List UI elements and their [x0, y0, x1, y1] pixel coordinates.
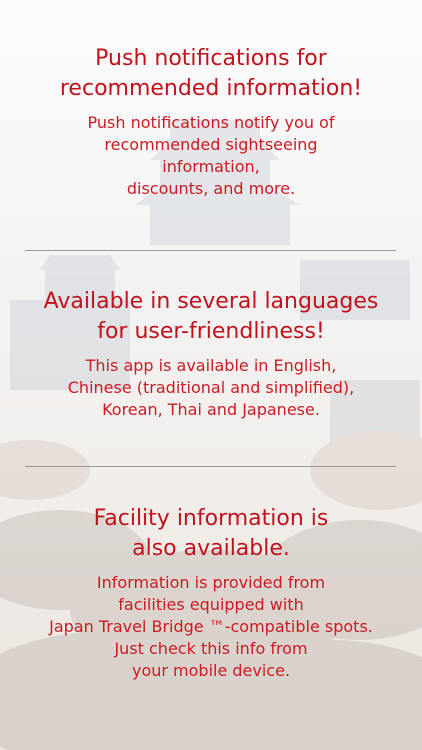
- feature-list: Push notifications for recommended infor…: [0, 0, 422, 750]
- feature-description-line: information,: [162, 157, 260, 176]
- feature-description-line: Japan Travel Bridge ™-compatible spots.: [49, 617, 373, 636]
- feature-description-line: This app is available in English,: [85, 356, 337, 375]
- section-divider: [25, 250, 396, 251]
- feature-description: This app is available in English, Chines…: [0, 355, 422, 421]
- feature-description-line: Korean, Thai and Japanese.: [102, 400, 320, 419]
- feature-description-line: Push notifications notify you of: [87, 113, 335, 132]
- feature-facility-information: Facility information is also available. …: [0, 504, 422, 682]
- feature-description-line: your mobile device.: [131, 661, 291, 680]
- feature-title-line: also available.: [132, 536, 290, 561]
- feature-title: Facility information is also available.: [0, 504, 422, 564]
- feature-title-line: Facility information is: [93, 506, 329, 531]
- feature-description-line: facilities equipped with: [118, 595, 304, 614]
- feature-title: Available in several languages for user-…: [0, 287, 422, 347]
- feature-description: Push notifications notify you of recomme…: [0, 112, 422, 200]
- feature-languages: Available in several languages for user-…: [0, 287, 422, 421]
- feature-title-line: for user-friendliness!: [97, 319, 325, 344]
- feature-title: Push notifications for recommended infor…: [0, 44, 422, 104]
- feature-description: Information is provided from facilities …: [0, 572, 422, 682]
- feature-description-line: Chinese (traditional and simplified),: [67, 378, 355, 397]
- feature-title-line: recommended information!: [59, 76, 363, 101]
- section-divider: [25, 466, 396, 467]
- feature-description-line: Just check this info from: [114, 639, 308, 658]
- feature-title-line: Push notifications for: [95, 46, 327, 71]
- feature-description-line: recommended sightseeing: [104, 135, 318, 154]
- feature-title-line: Available in several languages: [43, 289, 379, 314]
- feature-description-line: Information is provided from: [96, 573, 326, 592]
- feature-push-notifications: Push notifications for recommended infor…: [0, 44, 422, 200]
- feature-description-line: discounts, and more.: [126, 179, 296, 198]
